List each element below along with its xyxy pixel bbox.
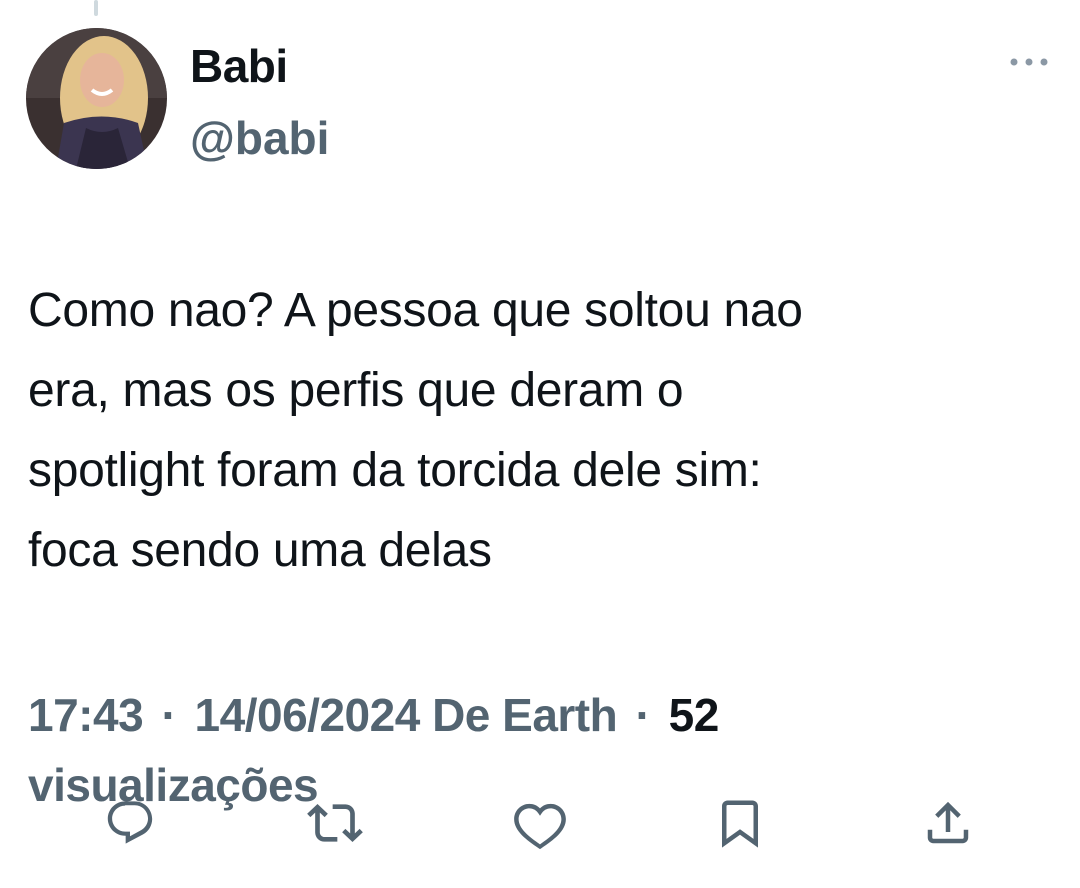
reply-button[interactable] xyxy=(97,790,163,856)
tweet-text-line: Como nao? A pessoa que soltou nao xyxy=(28,284,803,337)
tweet-actions-bar xyxy=(0,790,1080,860)
share-icon xyxy=(927,801,969,844)
share-button[interactable] xyxy=(915,790,981,856)
bookmark-icon xyxy=(722,800,758,848)
views-count[interactable]: 52 xyxy=(669,689,720,741)
tweet-text-line: spotlight foram da torcida dele sim: xyxy=(28,444,762,497)
tweet-time[interactable]: 17:43 xyxy=(28,689,144,741)
author-handle[interactable]: @babi xyxy=(190,110,329,166)
avatar[interactable] xyxy=(26,28,167,169)
bookmark-button[interactable] xyxy=(707,790,773,856)
thread-connector-line xyxy=(94,0,98,16)
avatar-image xyxy=(26,28,167,169)
like-button[interactable] xyxy=(507,790,573,856)
reply-icon xyxy=(107,801,153,844)
tweet-source[interactable]: De Earth xyxy=(432,689,618,741)
tweet-date[interactable]: 14/06/2024 xyxy=(195,689,421,741)
more-options-button[interactable] xyxy=(1004,48,1054,76)
tweet-text-line: era, mas os perfis que deram o xyxy=(28,364,684,417)
retweet-button[interactable] xyxy=(302,790,368,856)
tweet-text-line: foca sendo uma delas xyxy=(28,524,492,577)
author-display-name[interactable]: Babi xyxy=(190,38,288,94)
tweet-text: Como nao? A pessoa que soltou nao era, m… xyxy=(28,271,1038,591)
meta-separator: · xyxy=(635,689,651,741)
more-dots-icon xyxy=(1010,58,1048,66)
retweet-icon xyxy=(307,804,363,842)
heart-icon xyxy=(514,803,566,850)
meta-separator: · xyxy=(161,689,177,741)
